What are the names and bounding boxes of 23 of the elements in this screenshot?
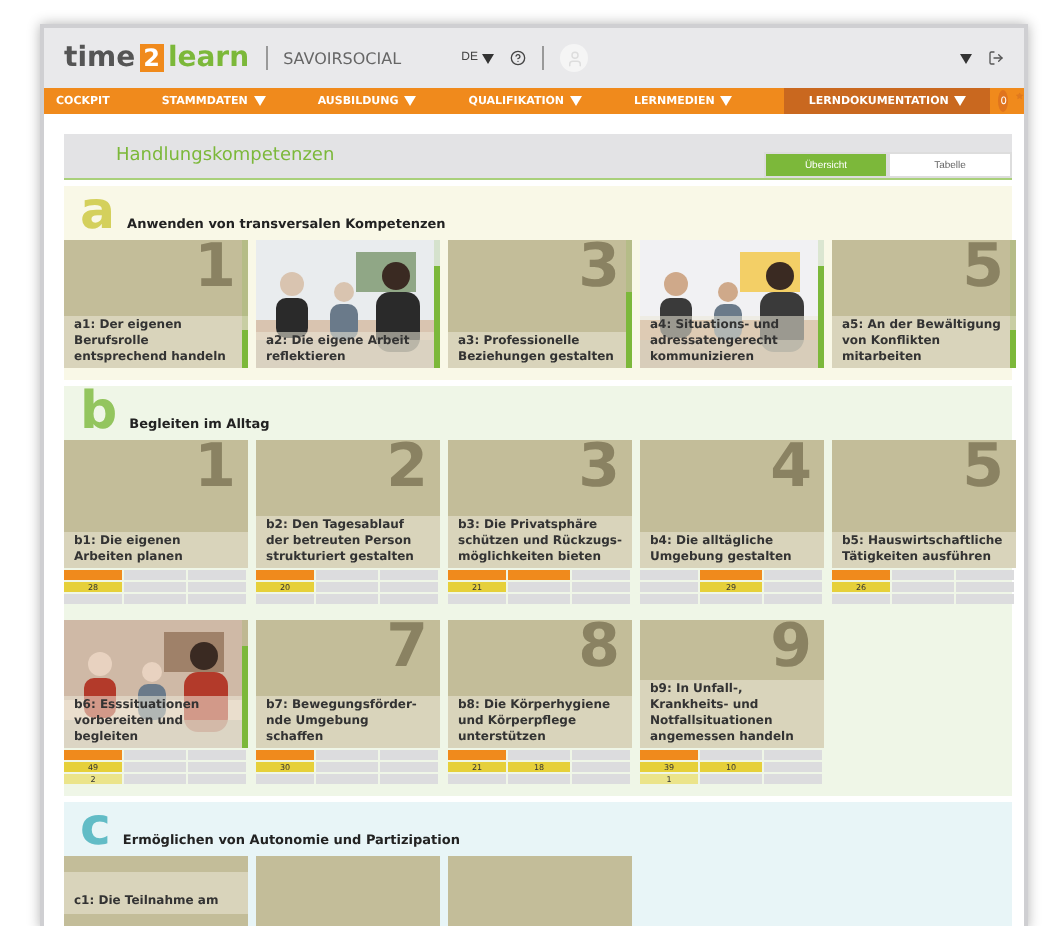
card-number: 2 (386, 442, 428, 494)
logout-icon[interactable] (988, 50, 1004, 66)
help-icon[interactable] (510, 50, 526, 66)
product-name: SAVOIRSOCIAL (283, 49, 402, 67)
section-letter: a (80, 188, 116, 236)
card-number: 4 (770, 442, 812, 494)
card-number: 5 (962, 442, 1004, 494)
logo: time 2 learn (64, 42, 250, 74)
card-number: 7 (386, 622, 428, 674)
card-number: 1 (194, 242, 236, 294)
card-number: 8 (578, 622, 620, 674)
card-number: 9 (770, 622, 812, 674)
page-title: Handlungskompetenzen (116, 146, 337, 166)
card-number: 5 (962, 242, 1004, 294)
section-letter: c (80, 804, 111, 852)
card-number: 1 (194, 442, 236, 494)
star-icon[interactable] (1016, 88, 1024, 104)
section-letter: b (80, 388, 118, 436)
caret-icon[interactable] (960, 53, 972, 63)
avatar-icon[interactable] (560, 44, 588, 72)
caret-icon (482, 53, 494, 63)
card-number: 3 (578, 442, 620, 494)
card-number: 3 (578, 242, 620, 294)
